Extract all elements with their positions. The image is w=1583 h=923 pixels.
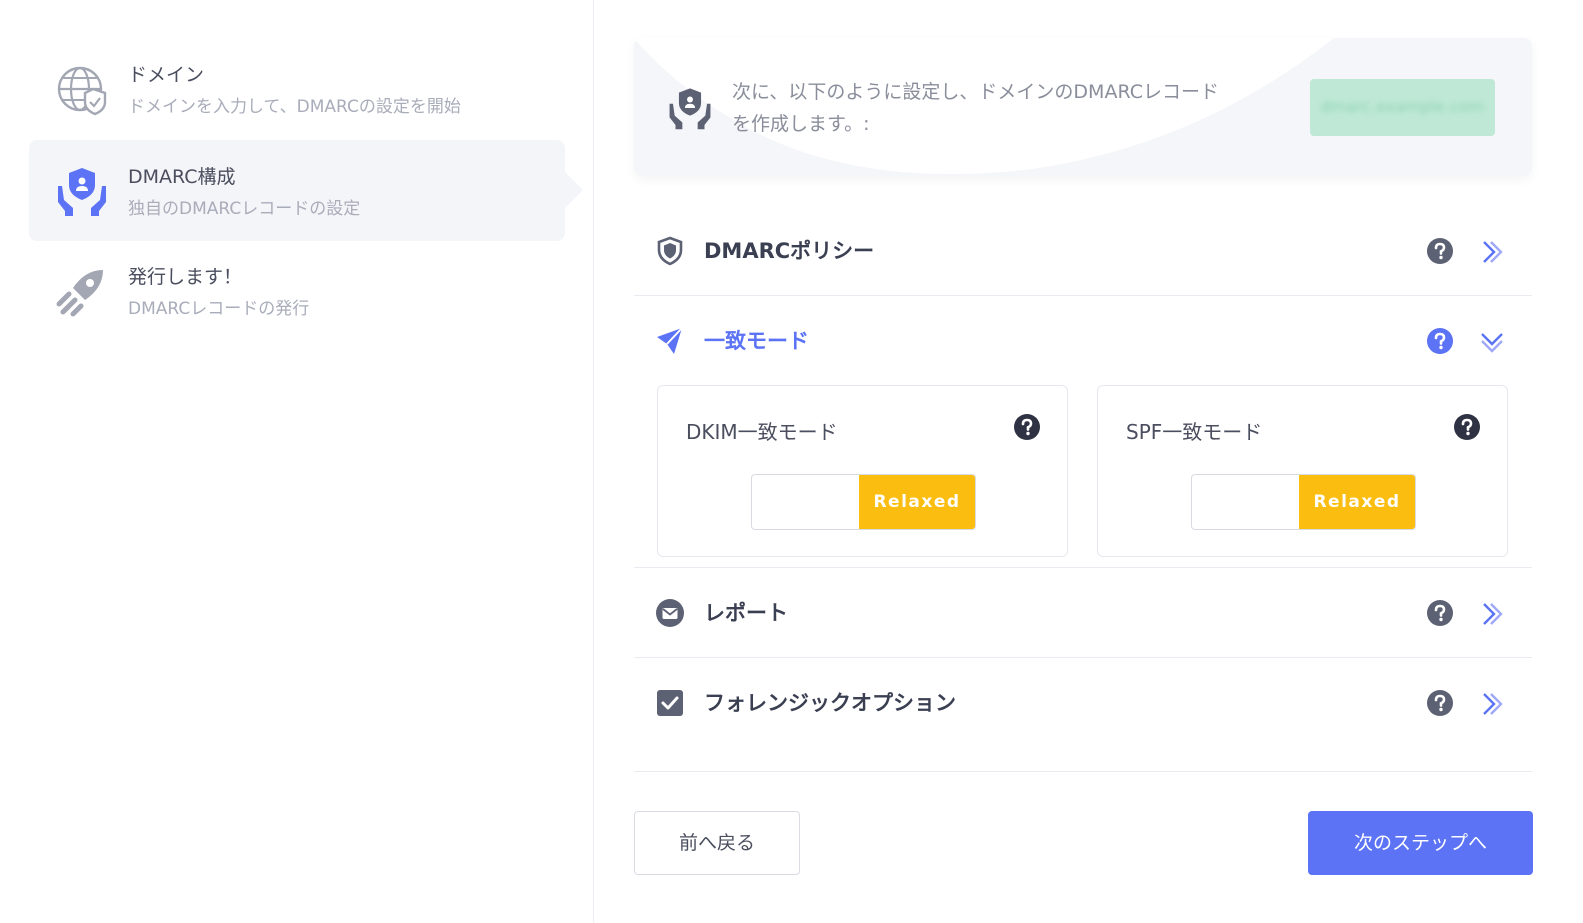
back-button[interactable]: 前へ戻る bbox=[634, 811, 800, 875]
globe-shield-icon bbox=[57, 66, 107, 116]
section-alignment-mode[interactable]: 一致モード bbox=[634, 295, 1532, 385]
dkim-mode-toggle[interactable]: Relaxed bbox=[751, 474, 976, 530]
domain-pill-text: dmarc.example.com bbox=[1320, 97, 1485, 116]
footer-divider bbox=[634, 771, 1532, 772]
step-dmarc-config[interactable]: DMARC構成 独自のDMARCレコードの設定 bbox=[29, 140, 583, 241]
dkim-alignment-card: DKIM一致モード Relaxed bbox=[657, 385, 1068, 557]
dmarc-wizard: ドメイン ドメインを入力して、DMARCの設定を開始 DMARC構成 独自のDM… bbox=[0, 0, 1583, 923]
rocket-icon bbox=[56, 270, 103, 317]
step-domain[interactable]: ドメイン ドメインを入力して、DMARCの設定を開始 bbox=[29, 38, 565, 139]
dmarc-config-form: 次に、以下のように設定し、ドメインのDMARCレコードを作成します。: dmar… bbox=[634, 0, 1533, 923]
step-title: 発行します！ bbox=[128, 266, 243, 288]
section-title: フォレンジックオプション bbox=[704, 691, 956, 715]
chevron-double-down-icon[interactable] bbox=[1479, 329, 1505, 355]
section-report[interactable]: レポート bbox=[634, 567, 1532, 657]
help-icon[interactable] bbox=[1426, 327, 1454, 355]
section-dmarc-policy[interactable]: DMARCポリシー bbox=[634, 205, 1532, 295]
help-icon[interactable] bbox=[1426, 689, 1454, 717]
envelope-icon bbox=[656, 599, 684, 627]
toggle-selected-option[interactable]: Relaxed bbox=[1299, 475, 1415, 529]
help-icon[interactable] bbox=[1426, 599, 1454, 627]
next-step-button[interactable]: 次のステップへ bbox=[1308, 811, 1533, 875]
step-publish[interactable]: 発行します！ DMARCレコードの発行 bbox=[29, 240, 565, 341]
chevron-double-right-icon[interactable] bbox=[1479, 239, 1505, 265]
section-title: レポート bbox=[704, 601, 788, 625]
spf-mode-toggle[interactable]: Relaxed bbox=[1191, 474, 1416, 530]
hands-shield-icon bbox=[58, 168, 106, 216]
instruction-banner: 次に、以下のように設定し、ドメインのDMARCレコードを作成します。: dmar… bbox=[634, 38, 1532, 176]
help-icon[interactable] bbox=[1013, 413, 1041, 441]
spf-alignment-card: SPF一致モード Relaxed bbox=[1097, 385, 1508, 557]
help-icon[interactable] bbox=[1453, 413, 1481, 441]
step-title: ドメイン bbox=[128, 64, 205, 86]
checkbox-icon bbox=[657, 690, 683, 716]
help-icon[interactable] bbox=[1426, 237, 1454, 265]
shield-icon bbox=[657, 236, 683, 266]
hands-shield-icon bbox=[669, 88, 711, 130]
step-subtitle: ドメインを入力して、DMARCの設定を開始 bbox=[128, 97, 461, 117]
step-subtitle: 独自のDMARCレコードの設定 bbox=[128, 199, 361, 219]
wizard-steps-panel: ドメイン ドメインを入力して、DMARCの設定を開始 DMARC構成 独自のDM… bbox=[0, 0, 594, 923]
section-title: 一致モード bbox=[704, 329, 809, 353]
domain-pill: dmarc.example.com bbox=[1310, 79, 1495, 136]
section-forensic-options[interactable]: フォレンジックオプション bbox=[634, 657, 1532, 747]
compass-icon bbox=[657, 327, 683, 354]
chevron-double-right-icon[interactable] bbox=[1479, 601, 1505, 627]
step-title: DMARC構成 bbox=[128, 166, 236, 188]
banner-text: 次に、以下のように設定し、ドメインのDMARCレコードを作成します。: bbox=[732, 81, 1219, 135]
step-subtitle: DMARCレコードの発行 bbox=[128, 299, 310, 319]
toggle-selected-option[interactable]: Relaxed bbox=[859, 475, 975, 529]
card-title: SPF一致モード bbox=[1126, 420, 1263, 444]
card-title: DKIM一致モード bbox=[686, 420, 838, 444]
chevron-double-right-icon[interactable] bbox=[1479, 691, 1505, 717]
section-title: DMARCポリシー bbox=[704, 239, 875, 263]
